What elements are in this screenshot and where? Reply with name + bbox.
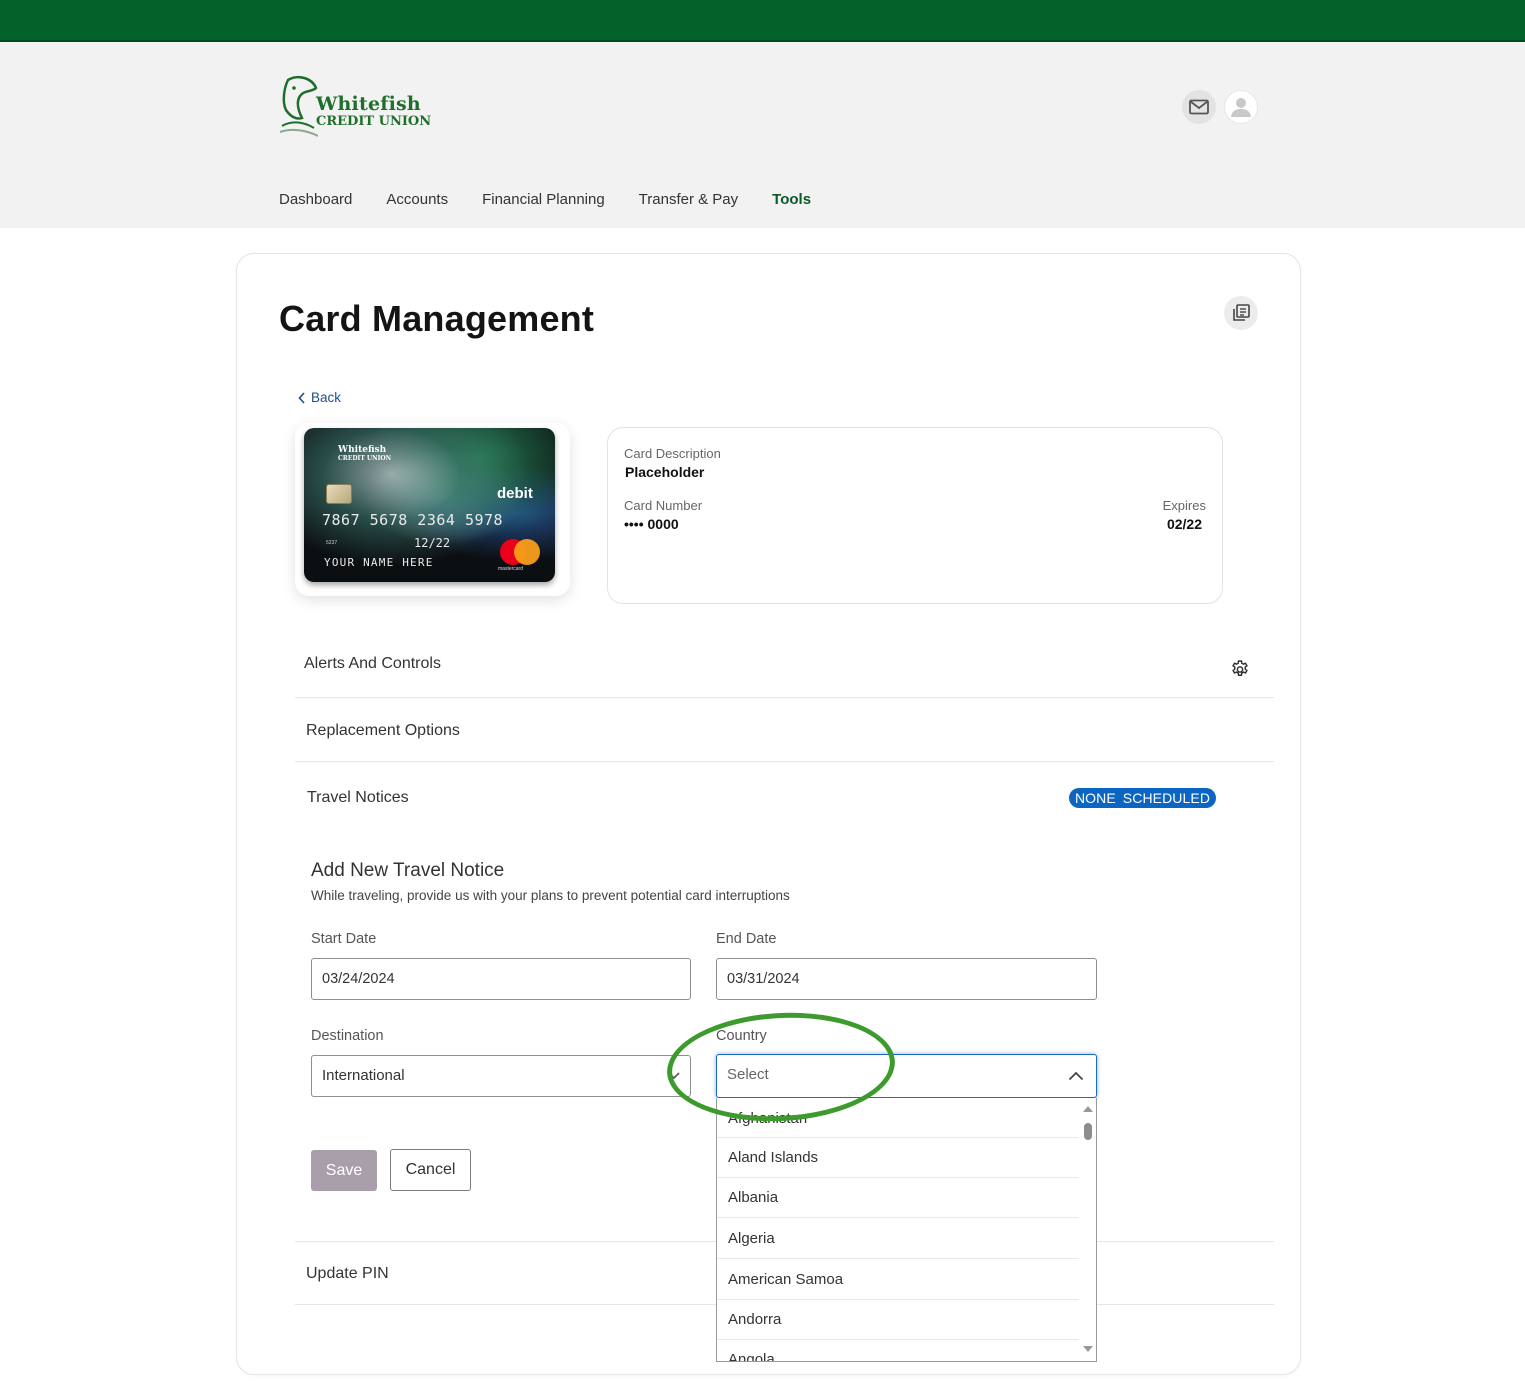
- mail-icon: [1189, 99, 1209, 115]
- chevron-left-icon: [298, 391, 305, 404]
- cancel-button[interactable]: Cancel: [390, 1149, 471, 1191]
- back-label: Back: [311, 390, 342, 405]
- expires-label: Expires: [1162, 498, 1206, 513]
- card-bank-line2: CREDIT UNION: [338, 455, 392, 462]
- destination-label: Destination: [311, 1028, 384, 1044]
- country-option[interactable]: Aland Islands: [717, 1138, 1081, 1178]
- start-date-input[interactable]: 03/24/2024: [311, 958, 691, 1000]
- logo-subname: CREDIT UNION: [316, 114, 432, 129]
- chevron-down-icon: [668, 1072, 680, 1080]
- mastercard-logo-icon: mastercard: [498, 539, 544, 572]
- print-button[interactable]: [1224, 296, 1258, 330]
- scrollbar-thumb[interactable]: [1084, 1123, 1092, 1140]
- settings-button[interactable]: [1230, 659, 1250, 684]
- replacement-options-title[interactable]: Replacement Options: [306, 722, 460, 740]
- travel-form-title: Add New Travel Notice: [311, 860, 505, 881]
- travel-status-badge: NONE SCHEDULED: [1069, 788, 1216, 808]
- page-title: Card Management: [279, 298, 595, 339]
- card-bank-name: Whitefish CREDIT UNION: [338, 446, 391, 463]
- save-button[interactable]: Save: [311, 1150, 377, 1191]
- country-dropdown-list[interactable]: Afghanistan Aland Islands Albania Algeri…: [716, 1098, 1097, 1362]
- card-description-label: Card Description: [624, 446, 721, 461]
- destination-select[interactable]: International: [311, 1055, 691, 1097]
- country-option[interactable]: Algeria: [717, 1219, 1081, 1259]
- end-date-label: End Date: [716, 931, 777, 947]
- profile-button[interactable]: [1224, 90, 1258, 124]
- country-option[interactable]: Angola: [717, 1340, 1081, 1361]
- update-pin-title[interactable]: Update PIN: [306, 1265, 389, 1283]
- travel-notices-title[interactable]: Travel Notices: [307, 789, 409, 807]
- network-label: mastercard: [498, 566, 524, 572]
- country-placeholder: Select: [727, 1066, 769, 1083]
- country-option[interactable]: Afghanistan: [717, 1098, 1081, 1138]
- card-sub-number: 5237: [326, 540, 338, 546]
- nav-transfer-pay[interactable]: Transfer & Pay: [639, 191, 738, 208]
- nav-dashboard[interactable]: Dashboard: [279, 191, 352, 208]
- country-select[interactable]: Select: [716, 1054, 1097, 1098]
- card-embossed-number: 7867 5678 2364 5978: [322, 511, 504, 529]
- end-date-input[interactable]: 03/31/2024: [716, 958, 1097, 1000]
- card-bank-line1: Whitefish: [338, 445, 387, 455]
- main-nav: Dashboard Accounts Financial Planning Tr…: [279, 191, 845, 208]
- alerts-controls-title[interactable]: Alerts And Controls: [304, 655, 441, 673]
- card-number-label: Card Number: [624, 498, 703, 513]
- gear-icon: [1232, 660, 1248, 676]
- country-option[interactable]: Albania: [717, 1178, 1081, 1218]
- card-holder-name: YOUR NAME HERE: [324, 556, 434, 569]
- messages-button[interactable]: [1182, 90, 1216, 124]
- debit-card-image: Whitefish CREDIT UNION debit 7867 5678 2…: [304, 428, 555, 582]
- card-chip-icon: [326, 484, 352, 504]
- scroll-down-arrow-icon[interactable]: [1083, 1346, 1093, 1352]
- top-brand-bar: [0, 0, 1525, 42]
- travel-form-subtitle: While traveling, provide us with your pl…: [311, 888, 790, 903]
- nav-accounts[interactable]: Accounts: [386, 191, 448, 208]
- card-details-panel: Card Description Placeholder Card Number…: [607, 427, 1223, 604]
- card-description-value: Placeholder: [625, 464, 705, 480]
- country-option[interactable]: Andorra: [717, 1300, 1081, 1340]
- print-icon: [1233, 304, 1250, 321]
- card-number-value: •••• 0000: [624, 516, 679, 532]
- logo-name: Whitefish: [316, 93, 421, 115]
- dropdown-scrollbar[interactable]: [1079, 1098, 1096, 1361]
- destination-value: International: [322, 1067, 405, 1084]
- start-date-label: Start Date: [311, 931, 377, 947]
- scroll-up-arrow-icon[interactable]: [1083, 1106, 1093, 1112]
- alerts-controls-row[interactable]: [295, 640, 1274, 698]
- country-option[interactable]: American Samoa: [717, 1260, 1081, 1300]
- card-valid-thru: 12/22: [414, 536, 451, 550]
- nav-tools[interactable]: Tools: [772, 191, 811, 208]
- chevron-up-icon: [1068, 1071, 1084, 1081]
- nav-financial-planning[interactable]: Financial Planning: [482, 191, 605, 208]
- back-link[interactable]: Back: [298, 390, 341, 405]
- user-avatar-icon: [1231, 98, 1251, 117]
- card-type-label: debit: [497, 485, 533, 502]
- fish-logo-icon: [279, 76, 319, 137]
- expires-value: 02/22: [1166, 516, 1202, 532]
- country-label: Country: [716, 1028, 767, 1044]
